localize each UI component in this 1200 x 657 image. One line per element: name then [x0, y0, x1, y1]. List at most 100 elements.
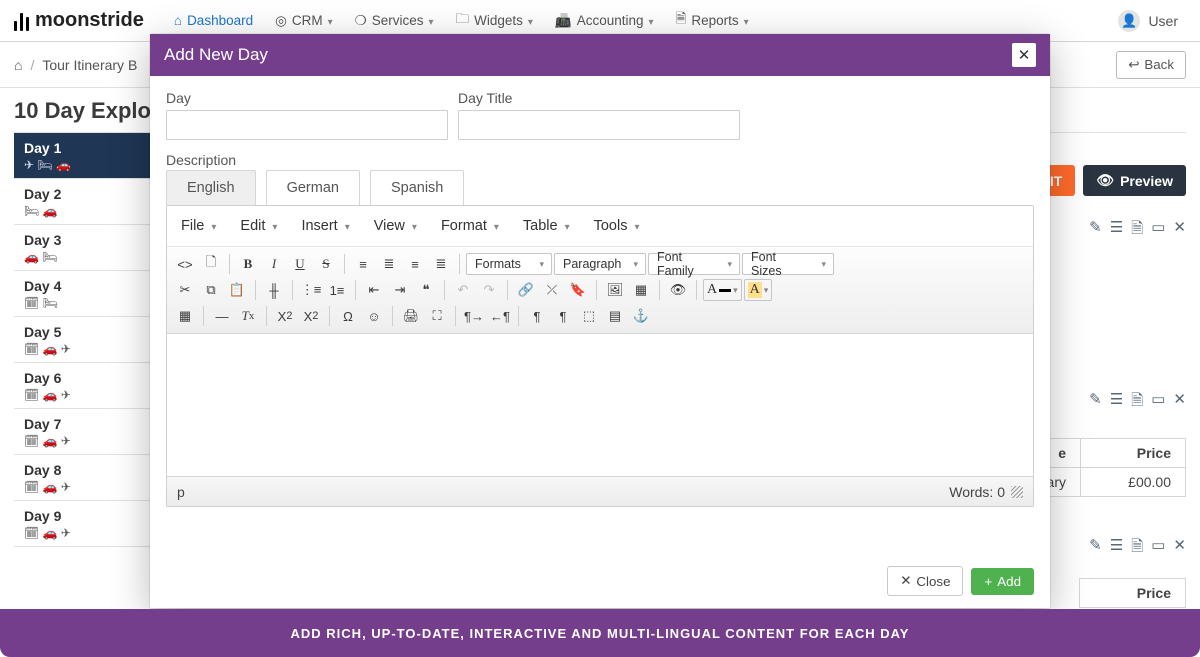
italic-icon[interactable]: I: [262, 253, 286, 275]
menu-edit[interactable]: Edit: [236, 214, 281, 238]
pagebreak-icon[interactable]: ╫: [262, 279, 286, 301]
preview-button[interactable]: 👁Preview: [1083, 165, 1186, 196]
paragraph-dropdown[interactable]: Paragraph: [554, 253, 646, 275]
day-title-input[interactable]: [458, 110, 740, 140]
list-icon[interactable]: ☰: [1110, 390, 1123, 415]
nbsp-icon[interactable]: ⬚: [577, 305, 601, 327]
screen-icon[interactable]: ▭: [1151, 536, 1165, 561]
screen-icon[interactable]: ▭: [1151, 390, 1165, 415]
link-icon[interactable]: 🔗: [514, 279, 538, 301]
day-item-2[interactable]: Day 2🛏 🚗: [14, 179, 164, 225]
align-left-icon[interactable]: ≡: [351, 253, 375, 275]
strike-icon[interactable]: S: [314, 253, 338, 275]
align-right-icon[interactable]: ≡: [403, 253, 427, 275]
paste-icon[interactable]: 📋: [225, 279, 249, 301]
show-blocks-icon[interactable]: ¶: [551, 305, 575, 327]
redo-icon[interactable]: ↷: [477, 279, 501, 301]
font-size-dropdown[interactable]: Font Sizes: [742, 253, 834, 275]
tab-spanish[interactable]: Spanish: [370, 170, 464, 205]
tab-english[interactable]: English: [166, 170, 256, 205]
image-icon[interactable]: 🖼: [603, 279, 627, 301]
pencil-icon[interactable]: ✎: [1089, 536, 1102, 561]
outdent-icon[interactable]: ⇤: [362, 279, 386, 301]
text-color-picker[interactable]: A▾: [703, 279, 742, 301]
close-icon[interactable]: ✕: [1173, 218, 1186, 243]
formats-dropdown[interactable]: Formats: [466, 253, 552, 275]
indent-icon[interactable]: ⇥: [388, 279, 412, 301]
day-input[interactable]: [166, 110, 448, 140]
home-icon[interactable]: ⌂: [14, 57, 22, 73]
template-icon[interactable]: ▤: [603, 305, 627, 327]
copy-icon[interactable]: ⧉: [199, 279, 223, 301]
tab-german[interactable]: German: [266, 170, 360, 205]
doc-icon[interactable]: 🗎: [1131, 218, 1143, 243]
list-icon[interactable]: ☰: [1110, 218, 1123, 243]
source-code-icon[interactable]: <>: [173, 253, 197, 275]
align-center-icon[interactable]: ≣: [377, 253, 401, 275]
day-item-1[interactable]: Day 1✈ 🛏 🚗: [14, 133, 164, 179]
clear-format-icon[interactable]: Tx: [236, 305, 260, 327]
menu-file[interactable]: File: [177, 214, 220, 238]
emoji-icon[interactable]: ☺: [362, 305, 386, 327]
close-button[interactable]: ✕Close: [887, 566, 963, 596]
nav-widgets[interactable]: 🗀Widgets: [446, 3, 543, 38]
subscript-icon[interactable]: X2: [273, 305, 297, 327]
media-icon[interactable]: ▦: [629, 279, 653, 301]
day-item-7[interactable]: Day 7🗓 🚗 ✈: [14, 409, 164, 455]
fullscreen-icon[interactable]: ⛶: [425, 305, 449, 327]
number-list-icon[interactable]: 1≡: [325, 279, 349, 301]
list-icon[interactable]: ☰: [1110, 536, 1123, 561]
font-family-dropdown[interactable]: Font Family: [648, 253, 740, 275]
modal-close-button[interactable]: ✕: [1012, 43, 1036, 67]
preview-icon[interactable]: 👁: [666, 279, 690, 301]
bullet-list-icon[interactable]: ⋮≡: [299, 279, 323, 301]
print-icon[interactable]: 🖨: [399, 305, 423, 327]
close-icon[interactable]: ✕: [1173, 536, 1186, 561]
day-item-9[interactable]: Day 9🗓 🚗 ✈: [14, 501, 164, 547]
menu-table[interactable]: Table: [519, 214, 574, 238]
bookmark-icon[interactable]: 🔖: [566, 279, 590, 301]
day-item-8[interactable]: Day 8🗓 🚗 ✈: [14, 455, 164, 501]
screen-icon[interactable]: ▭: [1151, 218, 1165, 243]
back-button[interactable]: ↩Back: [1116, 51, 1186, 79]
nav-accounting[interactable]: 📠Accounting: [545, 3, 664, 38]
unlink-icon[interactable]: ⤫: [540, 279, 564, 301]
nav-crm[interactable]: ◎CRM: [265, 3, 343, 38]
day-item-3[interactable]: Day 3🚗 🛏: [14, 225, 164, 271]
add-button[interactable]: +Add: [971, 568, 1034, 595]
superscript-icon[interactable]: X2: [299, 305, 323, 327]
pencil-icon[interactable]: ✎: [1089, 390, 1102, 415]
close-icon[interactable]: ✕: [1173, 390, 1186, 415]
hr-icon[interactable]: —: [210, 305, 234, 327]
bg-color-picker[interactable]: A▾: [744, 279, 773, 301]
day-item-5[interactable]: Day 5🗓 🚗 ✈: [14, 317, 164, 363]
nav-dashboard[interactable]: ⌂Dashboard: [164, 3, 263, 38]
align-justify-icon[interactable]: ≣: [429, 253, 453, 275]
blockquote-icon[interactable]: ❝: [414, 279, 438, 301]
menu-insert[interactable]: Insert: [297, 214, 353, 238]
pencil-icon[interactable]: ✎: [1089, 218, 1102, 243]
doc-icon[interactable]: 🗎: [1131, 536, 1143, 561]
anchor-icon[interactable]: ⚓: [629, 305, 653, 327]
breadcrumb-item[interactable]: Tour Itinerary B: [42, 57, 137, 73]
bold-icon[interactable]: B: [236, 253, 260, 275]
user-menu[interactable]: 👤 User: [1118, 10, 1186, 32]
special-char-icon[interactable]: Ω: [336, 305, 360, 327]
menu-view[interactable]: View: [370, 214, 421, 238]
paragraph-icon[interactable]: ¶: [525, 305, 549, 327]
cut-icon[interactable]: ✂: [173, 279, 197, 301]
underline-icon[interactable]: U: [288, 253, 312, 275]
menu-tools[interactable]: Tools: [590, 214, 644, 238]
editor-content[interactable]: [167, 334, 1033, 476]
table-icon[interactable]: ▦: [173, 305, 197, 327]
day-item-6[interactable]: Day 6🗓 🚗 ✈: [14, 363, 164, 409]
nav-reports[interactable]: 🗎Reports: [666, 3, 759, 38]
doc-icon[interactable]: 🗎: [1131, 390, 1143, 415]
nav-services[interactable]: ❍Services: [345, 3, 444, 38]
menu-format[interactable]: Format: [437, 214, 503, 238]
undo-icon[interactable]: ↶: [451, 279, 475, 301]
new-doc-icon[interactable]: 🗋: [199, 253, 223, 275]
ltr-icon[interactable]: ¶→: [462, 305, 486, 327]
rtl-icon[interactable]: ←¶: [488, 305, 512, 327]
day-item-4[interactable]: Day 4🗓 🛏: [14, 271, 164, 317]
